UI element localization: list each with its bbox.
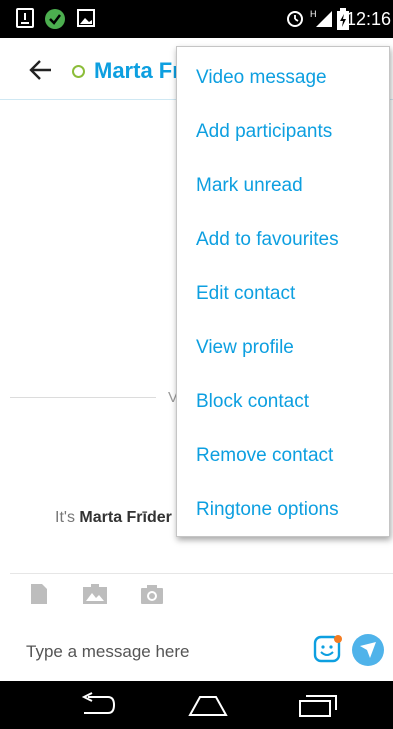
menu-item-view-profile[interactable]: View profile — [196, 337, 294, 359]
intro-name: Marta Frīder — [79, 509, 172, 526]
photo-icon[interactable] — [82, 583, 108, 605]
intro-prefix: It's — [55, 509, 75, 526]
nav-home-icon[interactable] — [186, 691, 230, 719]
status-bar: H 12:16 — [0, 0, 393, 38]
menu-item-block-contact[interactable]: Block contact — [196, 391, 309, 413]
contact-intro: It's Marta Frīder — [55, 509, 172, 527]
file-icon[interactable] — [30, 583, 48, 605]
emoticon-icon[interactable] — [313, 634, 343, 664]
camera-icon[interactable] — [140, 583, 164, 605]
alarm-icon — [287, 11, 303, 27]
date-divider — [10, 397, 156, 398]
menu-item-add-participants[interactable]: Add participants — [196, 121, 332, 143]
menu-item-ringtone-options[interactable]: Ringtone options — [196, 499, 339, 521]
download-notification-icon — [16, 8, 34, 28]
clock: 12:16 — [345, 9, 391, 29]
navigation-bar — [0, 681, 393, 729]
menu-item-mark-unread[interactable]: Mark unread — [196, 175, 303, 197]
nav-recents-icon[interactable] — [296, 691, 340, 719]
image-notification-icon — [77, 9, 95, 27]
send-icon — [360, 642, 376, 658]
svg-text:H: H — [310, 9, 317, 19]
compose-divider — [10, 573, 393, 574]
signal-icon: H — [310, 9, 332, 27]
check-notification-icon — [45, 9, 65, 29]
menu-item-add-to-favourites[interactable]: Add to favourites — [196, 229, 339, 251]
presence-indicator — [72, 65, 85, 78]
menu-item-edit-contact[interactable]: Edit contact — [196, 283, 295, 305]
menu-item-remove-contact[interactable]: Remove contact — [196, 445, 333, 467]
overflow-menu: Video message Add participants Mark unre… — [176, 46, 390, 537]
menu-item-video-message[interactable]: Video message — [196, 67, 327, 89]
message-input[interactable] — [26, 640, 296, 664]
nav-back-icon[interactable] — [78, 691, 118, 719]
back-arrow-icon[interactable] — [28, 57, 54, 83]
send-button[interactable] — [352, 634, 384, 666]
